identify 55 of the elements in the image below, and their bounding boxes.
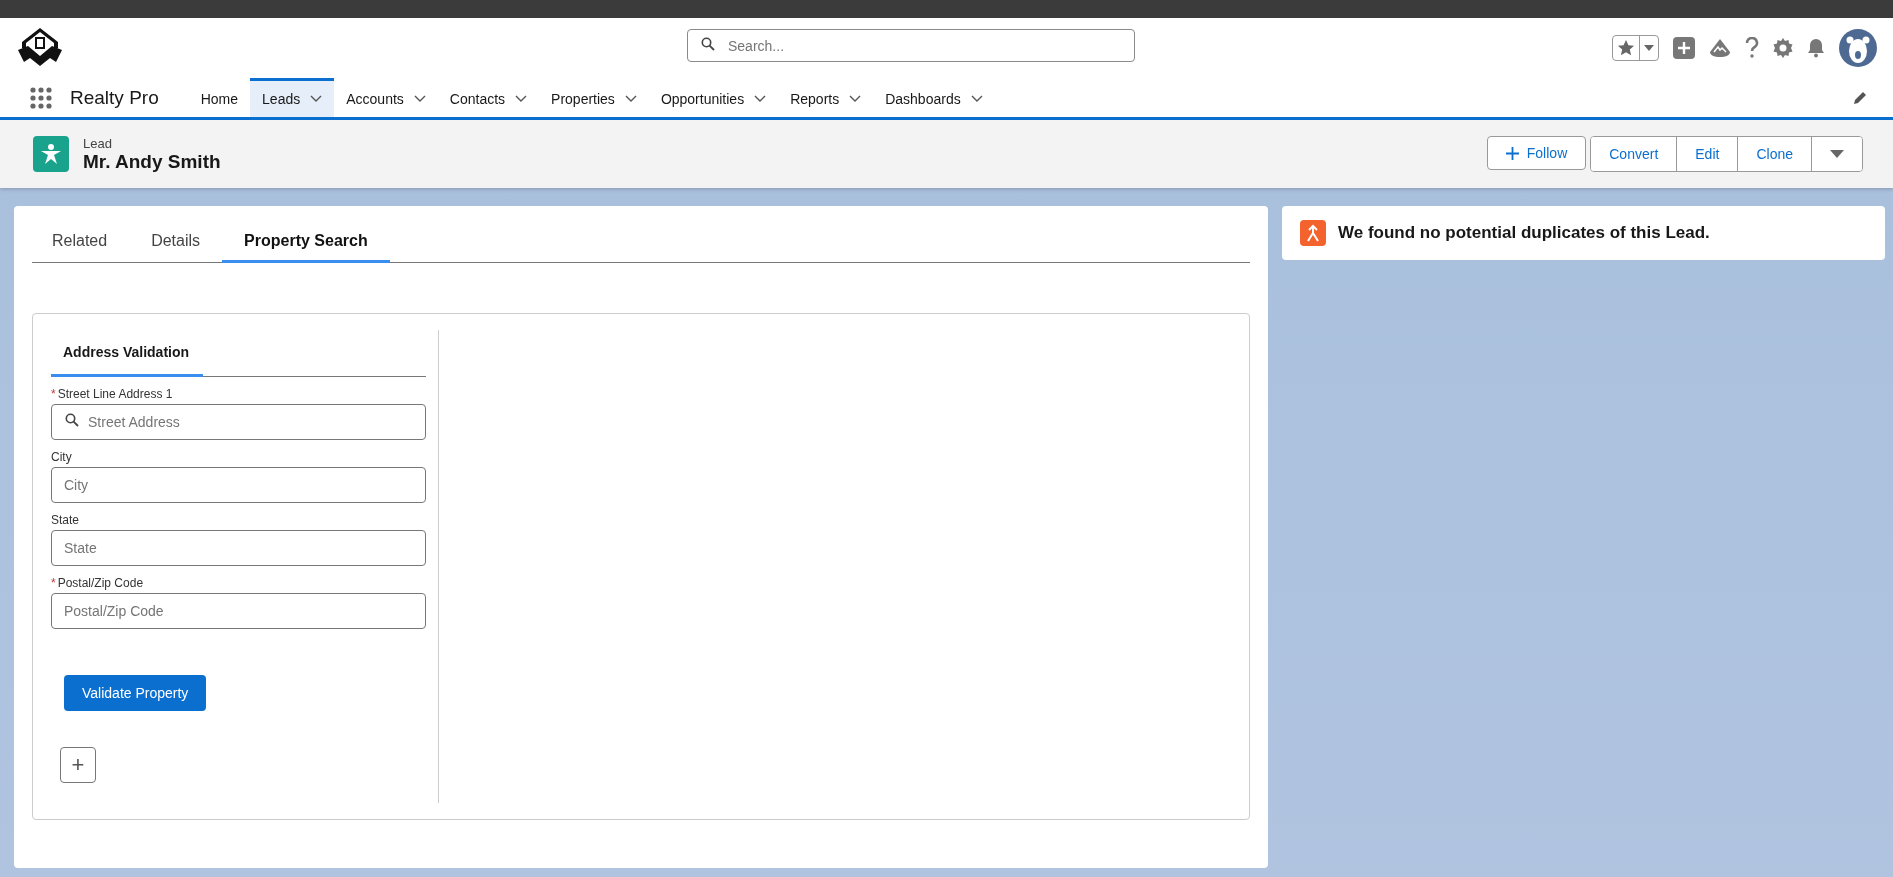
edit-pencil-icon[interactable] [1853, 90, 1867, 105]
nav-tab[interactable]: Leads [250, 78, 335, 117]
chevron-down-icon [413, 95, 426, 103]
input-field[interactable]: City [51, 467, 426, 503]
search-icon [65, 413, 79, 427]
notifications-icon[interactable] [1807, 38, 1825, 58]
chevron-down-icon [754, 95, 767, 103]
settings-icon[interactable] [1773, 38, 1793, 58]
add-icon[interactable] [1673, 37, 1695, 59]
nav-tab[interactable]: Opportunities [648, 78, 779, 117]
field-label: Street Line Address 1 [57, 387, 173, 401]
required-mark: * [51, 387, 56, 401]
add-button[interactable]: + [60, 747, 96, 783]
help-icon[interactable] [1745, 37, 1759, 59]
search-icon [701, 36, 715, 51]
nav-tab[interactable]: Home [188, 78, 251, 117]
record-name: Mr. Andy Smith [83, 150, 221, 173]
more-actions-button[interactable] [1811, 137, 1862, 171]
star-icon [1617, 39, 1635, 57]
validate-button[interactable]: Validate Property [64, 675, 207, 711]
nav-tab[interactable]: Reports [778, 78, 874, 117]
chevron-down-icon [624, 95, 637, 103]
input-field[interactable]: Street Address [51, 404, 426, 440]
chevron-down-icon [970, 95, 983, 103]
duplicates-message: We found no potential duplicates of this Lead. [1338, 223, 1710, 243]
lead-icon [33, 136, 69, 172]
caret-icon [1644, 45, 1654, 51]
input-field[interactable]: State [51, 530, 426, 566]
chevron-down-icon [310, 95, 323, 103]
app-launcher-icon[interactable] [30, 86, 52, 109]
plus-icon [1505, 146, 1519, 160]
avatar-icon[interactable] [1839, 29, 1877, 67]
follow-button[interactable]: Follow [1486, 136, 1587, 170]
favorites-button[interactable] [1612, 35, 1659, 61]
input-field[interactable]: Postal/Zip Code [51, 593, 426, 629]
record-tab[interactable]: Related [42, 220, 130, 263]
chevron-down-icon [515, 95, 528, 103]
nav-tab[interactable]: Properties [539, 78, 649, 117]
mountain-icon[interactable] [1709, 38, 1731, 58]
record-tab[interactable]: Property Search [222, 220, 390, 263]
record-type: Lead [83, 135, 113, 151]
search-field[interactable]: Search... [687, 29, 1135, 62]
required-mark: * [51, 576, 56, 590]
merge-icon [1300, 220, 1326, 246]
field-label: State [51, 513, 80, 527]
nav-tab[interactable]: Contacts [437, 78, 540, 117]
form-tab[interactable]: Address Validation [51, 330, 204, 377]
caret-icon [1830, 150, 1844, 158]
record-tab[interactable]: Details [129, 220, 223, 263]
nav-tab[interactable]: Dashboards [873, 78, 995, 117]
field-label: City [51, 450, 72, 464]
nav-tab[interactable]: Accounts [334, 78, 438, 117]
chevron-down-icon [849, 95, 862, 103]
field-label: Postal/Zip Code [57, 576, 144, 590]
app-name: Realty Pro [70, 86, 159, 109]
